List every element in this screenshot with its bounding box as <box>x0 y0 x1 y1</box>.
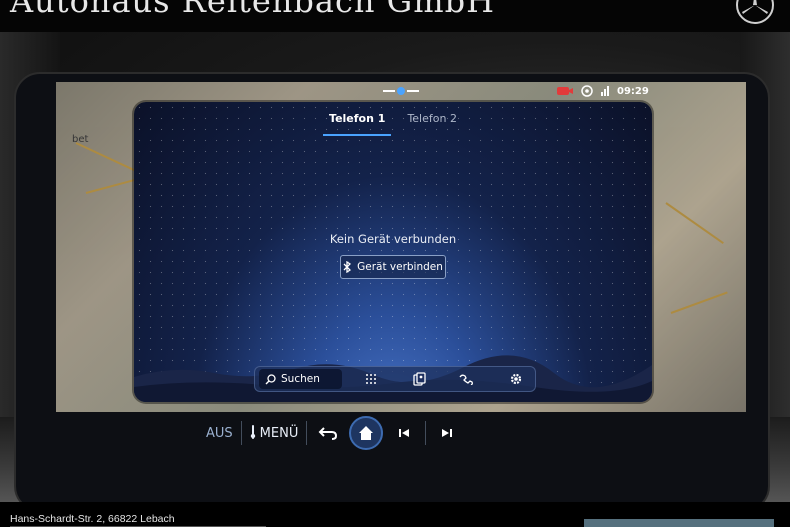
clock: 09:29 <box>617 85 649 97</box>
map-road <box>665 202 724 244</box>
home-icon[interactable] <box>349 416 384 450</box>
status-bar: 09:29 <box>136 82 666 100</box>
phone-toolbar: Suchen <box>254 366 536 392</box>
console-controls: AUS MENÜ <box>206 416 516 450</box>
camera-connection-icon <box>556 82 574 101</box>
connect-device-button[interactable]: Gerät verbinden <box>340 255 446 279</box>
settings-icon[interactable] <box>497 369 535 389</box>
phone-tabs: Telefon 1 Telefon 2 <box>134 110 652 136</box>
infotainment-display: bet 09:29 Telefon 1 Telefon 2 Kein Gerät… <box>14 72 770 502</box>
previous-track-icon[interactable] <box>391 421 417 445</box>
mercedes-star-icon <box>736 0 774 24</box>
map-road <box>670 291 728 314</box>
dealer-name: Autohaus Reitenbach GmbH <box>10 0 495 20</box>
contacts-icon[interactable] <box>400 369 438 389</box>
tab-telefon-2[interactable]: Telefon 2 <box>405 110 459 136</box>
divider <box>425 421 427 445</box>
menu-label: MENÜ <box>259 425 299 441</box>
bluetooth-icon <box>343 258 352 277</box>
connect-device-label: Gerät verbinden <box>357 261 443 273</box>
phone-app-window: Telefon 1 Telefon 2 Kein Gerät verbunden… <box>134 102 652 402</box>
keypad-icon[interactable] <box>352 369 390 389</box>
search-label: Suchen <box>281 373 320 385</box>
back-icon[interactable] <box>315 421 341 445</box>
dealer-footer: Hans-Schardt-Str. 2, 66822 Lebach <box>0 502 790 527</box>
menu-button[interactable]: MENÜ <box>250 424 299 443</box>
menu-icon <box>250 424 256 443</box>
off-button[interactable]: AUS <box>206 426 233 441</box>
message-icon <box>581 82 593 101</box>
notification-notch-icon[interactable] <box>381 83 421 97</box>
tab-telefon-1[interactable]: Telefon 1 <box>323 110 392 136</box>
next-track-icon[interactable] <box>434 421 460 445</box>
map-place-label: bet <box>72 134 89 145</box>
signal-icon <box>600 82 610 101</box>
dealer-address: Hans-Schardt-Str. 2, 66822 Lebach <box>10 513 175 525</box>
call-log-icon[interactable] <box>448 369 486 389</box>
divider <box>306 421 308 445</box>
dashboard-photo: bet 09:29 Telefon 1 Telefon 2 Kein Gerät… <box>0 32 790 502</box>
dealer-banner: Autohaus Reitenbach GmbH <box>0 0 790 32</box>
no-device-message: Kein Gerät verbunden <box>329 232 457 246</box>
search-icon <box>265 370 276 389</box>
divider <box>240 421 242 445</box>
status-icons: 09:29 <box>556 83 649 99</box>
search-button[interactable]: Suchen <box>259 369 342 389</box>
footer-contact-button[interactable] <box>584 519 774 527</box>
